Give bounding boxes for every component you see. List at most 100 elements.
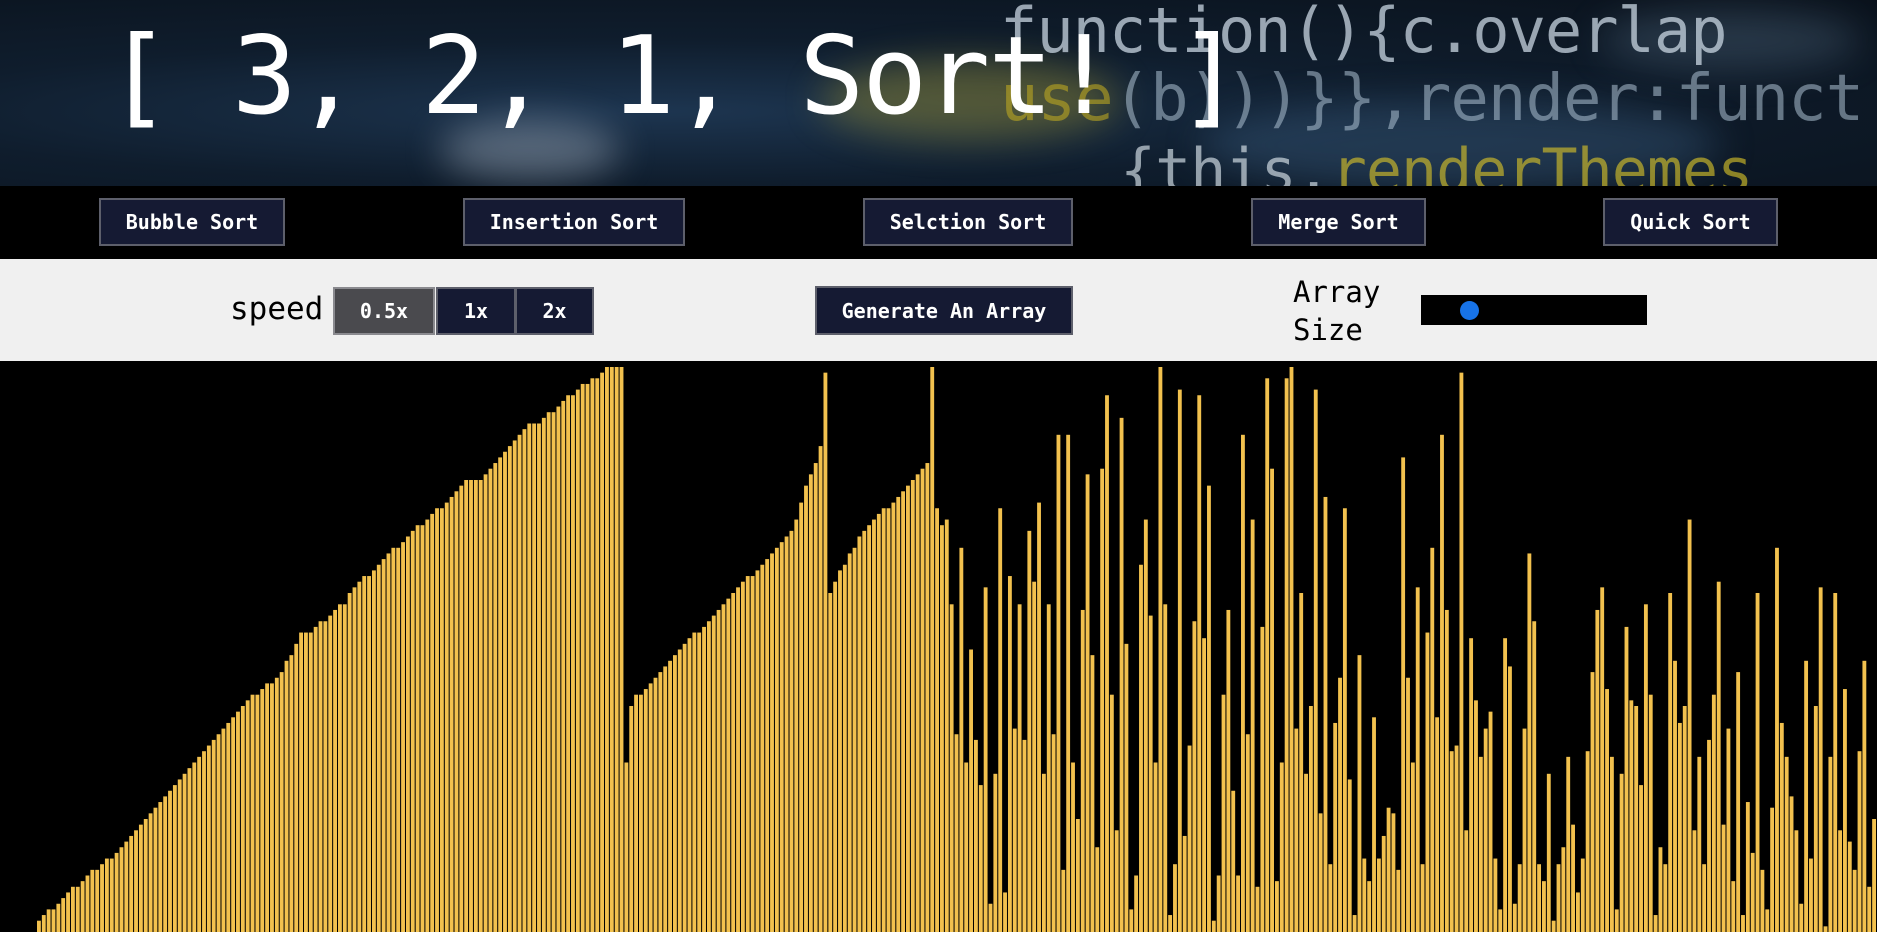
array-bar bbox=[930, 367, 935, 932]
slider-thumb[interactable] bbox=[1460, 301, 1479, 320]
array-bar bbox=[1493, 858, 1498, 932]
selection-sort-button[interactable]: Selction Sort bbox=[863, 198, 1073, 246]
array-bar bbox=[226, 722, 231, 932]
array-bar bbox=[1197, 395, 1202, 932]
array-bar bbox=[1367, 881, 1372, 932]
array-bar bbox=[1682, 706, 1687, 932]
array-bar bbox=[1629, 700, 1634, 932]
array-bar bbox=[488, 468, 493, 932]
array-bar bbox=[1818, 587, 1823, 932]
array-bar bbox=[1119, 417, 1124, 932]
array-bar bbox=[1299, 593, 1304, 932]
array-bar bbox=[1027, 530, 1032, 932]
array-bar bbox=[954, 734, 959, 932]
speed-2x-button[interactable]: 2x bbox=[515, 287, 594, 335]
array-bar bbox=[532, 423, 537, 932]
array-bar bbox=[1192, 621, 1197, 932]
array-bar bbox=[857, 536, 862, 932]
array-bar bbox=[1245, 734, 1250, 932]
generate-array-button[interactable]: Generate An Array bbox=[815, 286, 1073, 335]
array-bar bbox=[784, 536, 789, 932]
array-bar bbox=[318, 621, 323, 932]
scrollbar-track[interactable] bbox=[1877, 0, 1887, 932]
array-bar bbox=[338, 604, 342, 932]
array-bar bbox=[1867, 886, 1872, 932]
array-bar bbox=[333, 609, 337, 932]
array-bar bbox=[507, 446, 512, 932]
array-bar bbox=[1158, 367, 1163, 932]
array-bar bbox=[702, 626, 706, 932]
array-bar bbox=[1784, 756, 1789, 932]
speed-0-5x-button[interactable]: 0.5x bbox=[333, 287, 435, 335]
array-bar bbox=[891, 502, 896, 932]
array-bar bbox=[347, 593, 352, 932]
array-bar bbox=[1022, 739, 1027, 932]
array-bar bbox=[1211, 920, 1216, 932]
array-bar bbox=[1624, 626, 1629, 932]
array-bar bbox=[755, 570, 760, 932]
insertion-sort-button[interactable]: Insertion Sort bbox=[463, 198, 685, 246]
array-bar bbox=[216, 734, 221, 932]
array-bar bbox=[439, 508, 444, 932]
array-bar bbox=[221, 728, 226, 932]
array-bar bbox=[1182, 835, 1187, 932]
array-bar bbox=[1163, 604, 1168, 932]
array-size-slider[interactable] bbox=[1421, 295, 1647, 325]
array-bar bbox=[1813, 706, 1818, 932]
array-bar bbox=[1260, 626, 1265, 932]
array-bar bbox=[250, 694, 255, 932]
array-bar bbox=[435, 508, 439, 932]
array-bar bbox=[1862, 660, 1867, 932]
bars-svg bbox=[37, 367, 1876, 932]
array-bar bbox=[1231, 790, 1236, 932]
array-bar bbox=[1085, 474, 1090, 932]
array-bar bbox=[172, 785, 177, 932]
array-bar bbox=[1177, 389, 1182, 932]
array-bar bbox=[1745, 802, 1750, 932]
array-bar bbox=[270, 683, 274, 932]
bubble-sort-button[interactable]: Bubble Sort bbox=[99, 198, 285, 246]
array-bar bbox=[731, 593, 736, 932]
array-bar bbox=[1852, 869, 1857, 932]
array-bar bbox=[677, 649, 682, 932]
array-bar bbox=[469, 480, 473, 932]
array-bar bbox=[1571, 824, 1575, 932]
array-bar bbox=[624, 762, 629, 932]
array-bar bbox=[969, 649, 973, 932]
array-bar bbox=[546, 412, 551, 932]
array-bar bbox=[794, 519, 799, 932]
array-bar bbox=[541, 417, 546, 932]
quick-sort-button[interactable]: Quick Sort bbox=[1603, 198, 1778, 246]
speed-1x-button[interactable]: 1x bbox=[436, 287, 516, 335]
array-bar bbox=[182, 773, 187, 932]
array-bar bbox=[1041, 773, 1046, 932]
array-bar bbox=[1619, 773, 1624, 932]
array-bar bbox=[1444, 609, 1449, 932]
array-bar bbox=[1406, 677, 1410, 932]
array-bar bbox=[1241, 434, 1245, 932]
array-bar bbox=[1823, 926, 1828, 932]
array-bar bbox=[376, 564, 381, 932]
array-bar bbox=[342, 604, 347, 932]
array-bar bbox=[716, 609, 721, 932]
array-bar bbox=[537, 423, 541, 932]
array-bar bbox=[760, 564, 765, 932]
array-bar bbox=[1668, 593, 1673, 932]
array-bar bbox=[1134, 875, 1139, 932]
array-bar bbox=[498, 457, 503, 932]
array-bar bbox=[294, 643, 299, 932]
array-bar bbox=[1236, 875, 1241, 932]
array-bar bbox=[1265, 378, 1270, 932]
array-bar bbox=[1051, 734, 1056, 932]
merge-sort-button[interactable]: Merge Sort bbox=[1251, 198, 1426, 246]
array-bar bbox=[37, 920, 41, 932]
array-bar bbox=[1386, 807, 1391, 932]
array-bar bbox=[231, 717, 236, 932]
array-bar bbox=[828, 593, 833, 932]
array-bar bbox=[886, 508, 891, 932]
array-bar bbox=[1401, 457, 1406, 932]
array-bar bbox=[1648, 694, 1653, 932]
array-bar bbox=[1396, 869, 1401, 932]
array-bar bbox=[973, 739, 978, 932]
array-bar bbox=[1697, 756, 1702, 932]
